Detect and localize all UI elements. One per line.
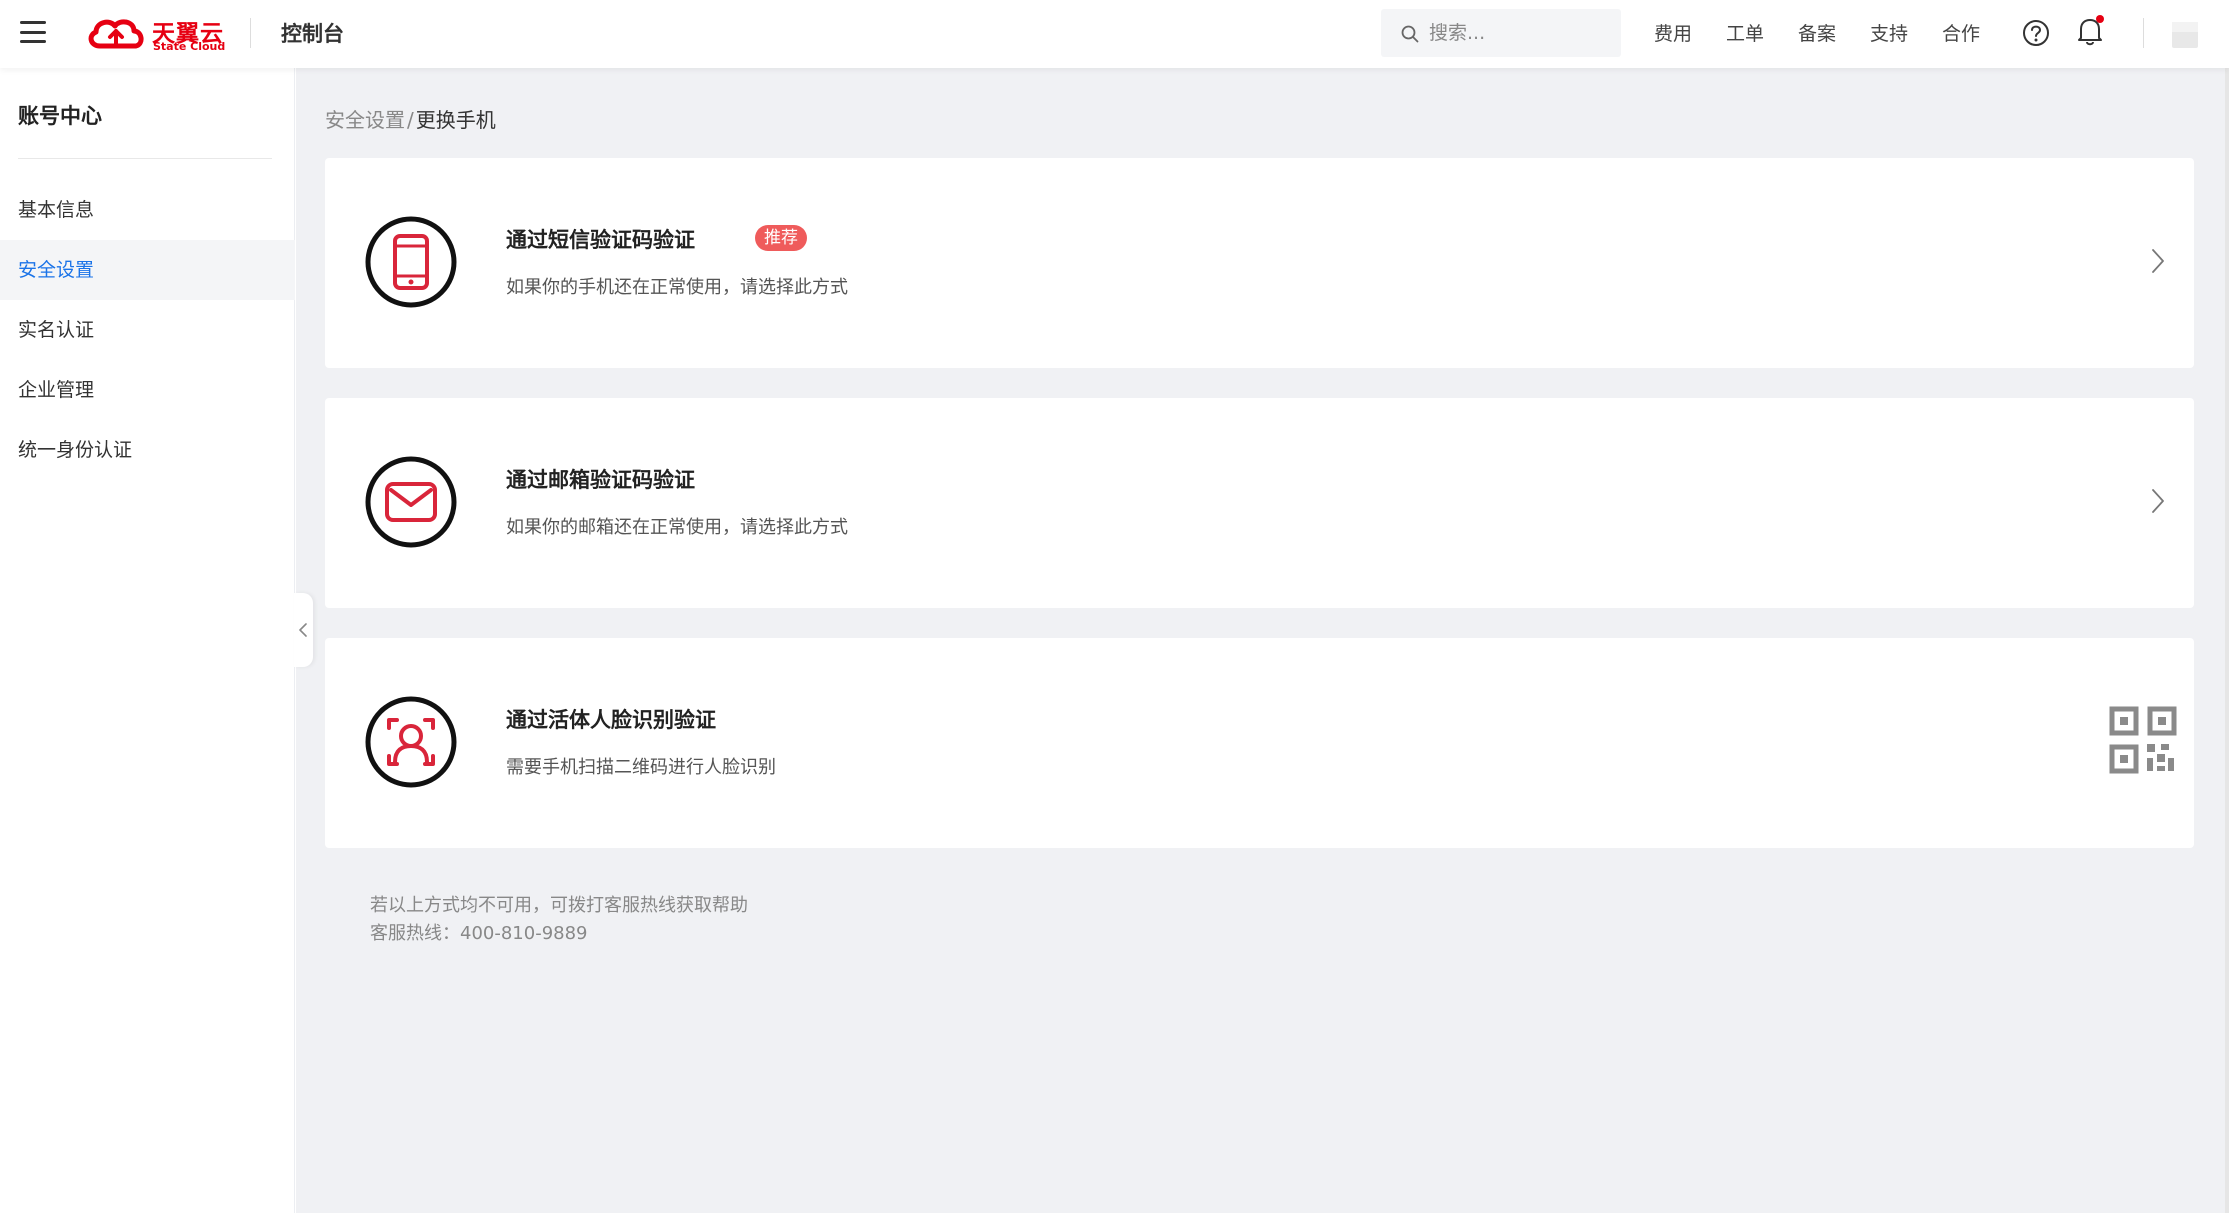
help-line: 若以上方式均不可用，可拨打客服热线获取帮助 xyxy=(370,895,748,916)
verify-face-card[interactable]: 通过活体人脸识别验证 需要手机扫描二维码进行人脸识别 xyxy=(325,638,2194,848)
verify-sms-card[interactable]: 通过短信验证码验证 推荐 如果你的手机还在正常使用，请选择此方式 xyxy=(325,158,2194,368)
chevron-left-icon xyxy=(299,623,307,637)
face-id-icon xyxy=(365,696,457,788)
card-title: 通过短信验证码验证 xyxy=(506,228,695,252)
brand-logo[interactable]: 天翼云 State Cloud xyxy=(86,12,226,56)
sidebar-item-security[interactable]: 安全设置 xyxy=(0,240,295,300)
menu-icon[interactable] xyxy=(20,21,46,43)
sidebar-item-enterprise[interactable]: 企业管理 xyxy=(0,360,295,420)
recommended-badge: 推荐 xyxy=(755,225,807,251)
nav-tickets[interactable]: 工单 xyxy=(1726,19,1798,46)
breadcrumb-current: 更换手机 xyxy=(415,108,496,132)
sidebar-item-real-name[interactable]: 实名认证 xyxy=(0,300,295,360)
sidebar-menu: 基本信息 安全设置 实名认证 企业管理 统一身份认证 xyxy=(0,180,295,480)
breadcrumb-security[interactable]: 安全设置 xyxy=(325,108,405,132)
sidebar-collapse-button[interactable] xyxy=(294,593,313,667)
chevron-right-icon xyxy=(2152,489,2164,513)
card-description: 如果你的邮箱还在正常使用，请选择此方式 xyxy=(506,517,848,538)
help-icon[interactable] xyxy=(2022,19,2050,47)
nav-billing[interactable]: 费用 xyxy=(1654,19,1726,46)
verify-email-card[interactable]: 通过邮箱验证码验证 如果你的邮箱还在正常使用，请选择此方式 xyxy=(325,398,2194,608)
card-description: 如果你的手机还在正常使用，请选择此方式 xyxy=(506,277,848,298)
help-text: 若以上方式均不可用，可拨打客服热线获取帮助 客服热线：400-810-9889 xyxy=(370,892,748,948)
card-description: 需要手机扫描二维码进行人脸识别 xyxy=(506,757,776,778)
main-content: 安全设置 / 更换手机 通过短信验证码验证 推荐 如果你的手机还在正常使用，请选择此… xyxy=(296,68,2225,1213)
notification-dot xyxy=(2096,15,2104,23)
top-nav-links: 费用 工单 备案 支持 合作 xyxy=(1654,19,2014,46)
nav-support[interactable]: 支持 xyxy=(1870,19,1942,46)
search-icon xyxy=(1401,25,1419,43)
chevron-right-icon xyxy=(2152,249,2164,273)
qr-code-icon[interactable] xyxy=(2109,706,2177,774)
sidebar-item-identity[interactable]: 统一身份认证 xyxy=(0,420,295,480)
nav-filing[interactable]: 备案 xyxy=(1798,19,1870,46)
avatar[interactable] xyxy=(2172,22,2198,48)
sidebar-title: 账号中心 xyxy=(18,104,102,128)
cloud-logo-icon xyxy=(88,19,144,49)
breadcrumb-separator: / xyxy=(407,108,414,132)
sidebar-divider xyxy=(18,158,272,159)
mail-icon xyxy=(365,456,457,548)
sidebar: 账号中心 基本信息 安全设置 实名认证 企业管理 统一身份认证 xyxy=(0,68,295,1213)
top-navigation-bar: 天翼云 State Cloud 控制台 费用 工单 备案 支持 合作 xyxy=(0,0,2229,68)
scrollbar[interactable] xyxy=(2225,0,2229,1213)
search-box[interactable] xyxy=(1381,9,1621,57)
hotline-text: 客服热线：400-810-9889 xyxy=(370,923,588,944)
console-link[interactable]: 控制台 xyxy=(281,18,344,48)
logo-text-en: State Cloud xyxy=(153,40,226,53)
card-title: 通过邮箱验证码验证 xyxy=(506,468,695,492)
breadcrumb: 安全设置 / 更换手机 xyxy=(325,104,496,133)
sidebar-item-basic-info[interactable]: 基本信息 xyxy=(0,180,295,240)
header-divider xyxy=(2143,18,2144,48)
phone-icon xyxy=(365,216,457,308)
card-title: 通过活体人脸识别验证 xyxy=(506,708,716,732)
nav-partners[interactable]: 合作 xyxy=(1942,19,2014,46)
search-input[interactable] xyxy=(1427,19,1607,47)
header-divider xyxy=(250,18,251,48)
